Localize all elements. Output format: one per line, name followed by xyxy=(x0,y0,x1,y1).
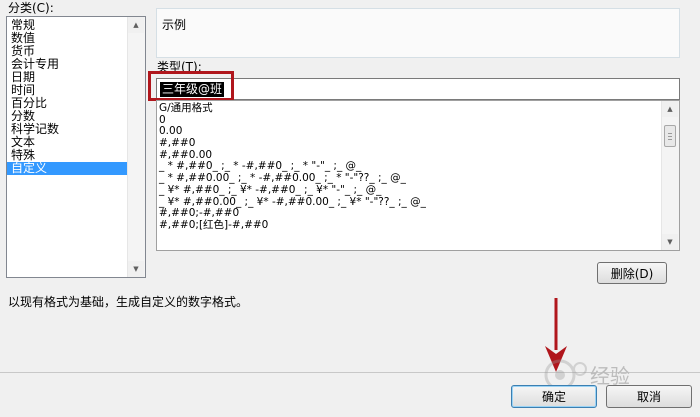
format-item[interactable]: _ ¥* #,##0_ ;_ ¥* -#,##0_ ;_ ¥* "-"_ ;_ … xyxy=(159,184,659,197)
description-text: 以现有格式为基础，生成自定义的数字格式。 xyxy=(8,295,249,309)
format-item[interactable]: G/通用格式 xyxy=(159,102,659,115)
sample-group xyxy=(156,8,680,58)
scroll-up-icon[interactable]: ▲ xyxy=(662,101,678,117)
category-list[interactable]: 常规 数值 货币 会计专用 日期 时间 百分比 分数 科学记数 文本 特殊 自定义 ▲ ▼ xyxy=(6,16,146,278)
cancel-button[interactable]: 取消 xyxy=(606,385,692,408)
format-scrollbar[interactable]: ▲ ▼ xyxy=(661,101,679,250)
sample-label: 示例 xyxy=(162,18,187,32)
type-input[interactable]: 三年级@班 xyxy=(156,78,680,100)
scroll-down-icon[interactable]: ▼ xyxy=(662,234,678,250)
ok-button[interactable]: 确定 xyxy=(511,385,597,408)
format-item[interactable]: 0.00 xyxy=(159,126,659,138)
format-items: G/通用格式 0 0.00 #,##0 #,##0.00 _ * #,##0_ ;_ * … xyxy=(159,102,659,232)
format-item[interactable]: #,##0 xyxy=(159,137,659,150)
scroll-up-icon[interactable]: ▲ xyxy=(128,17,144,33)
delete-button[interactable]: 删除(D) xyxy=(597,262,667,284)
format-item[interactable]: #,##0;[红色]-#,##0 xyxy=(159,219,659,232)
category-label: 分类(C): xyxy=(8,1,54,15)
format-item[interactable]: 0 xyxy=(159,114,659,127)
highlight-box xyxy=(148,71,234,101)
category-items: 常规 数值 货币 会计专用 日期 时间 百分比 分数 科学记数 文本 特殊 自定义 xyxy=(7,19,127,175)
scroll-down-icon[interactable]: ▼ xyxy=(128,261,144,277)
format-list[interactable]: G/通用格式 0 0.00 #,##0 #,##0.00 _ * #,##0_ ;_ * … xyxy=(156,100,680,251)
category-item[interactable]: 自定义 xyxy=(7,162,127,175)
category-scrollbar[interactable]: ▲ ▼ xyxy=(127,17,145,277)
scroll-thumb[interactable] xyxy=(664,125,676,147)
